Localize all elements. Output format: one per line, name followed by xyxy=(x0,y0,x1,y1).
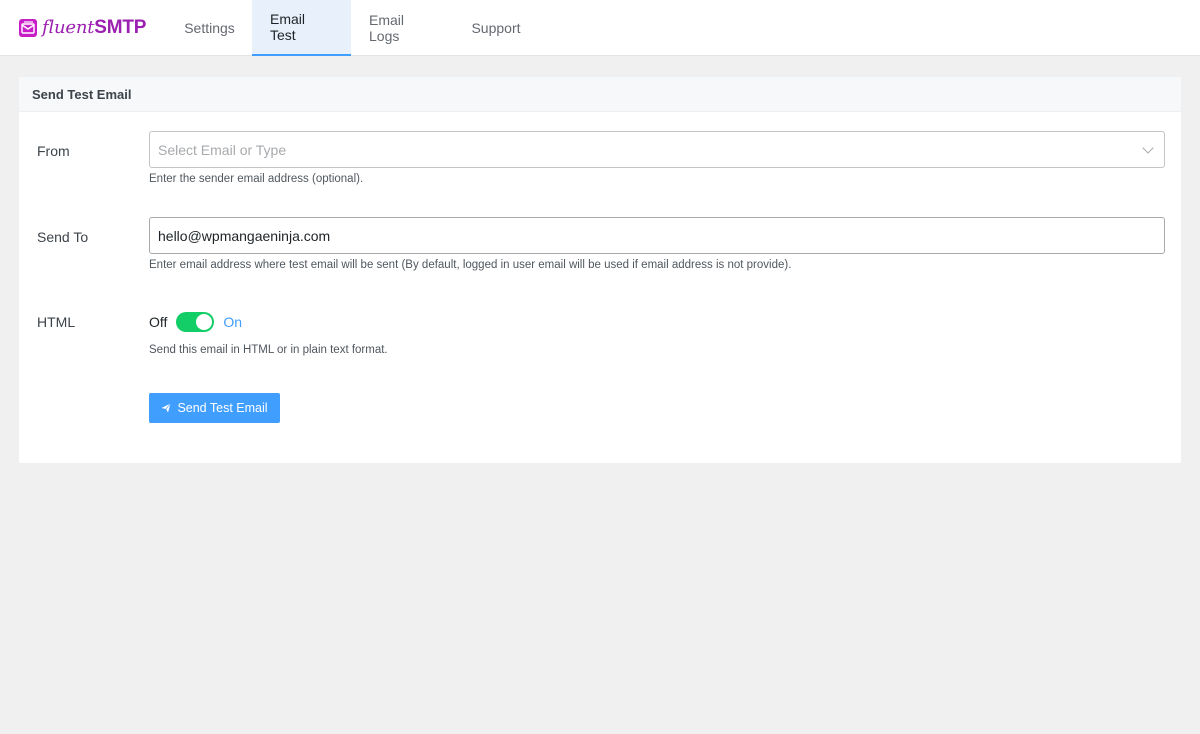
tab-settings[interactable]: Settings xyxy=(167,0,252,56)
html-label: HTML xyxy=(37,314,76,330)
html-toggle-switch[interactable] xyxy=(176,312,215,332)
from-label: From xyxy=(37,143,70,159)
from-select[interactable]: Select Email or Type xyxy=(149,131,1165,168)
send-to-help-text: Enter email address where test email wil… xyxy=(149,259,792,271)
brand-logo[interactable]: fluentSMTP xyxy=(0,0,167,55)
brand-name-part2: SMTP xyxy=(94,16,147,38)
envelope-logo-icon xyxy=(19,18,37,37)
switch-off-label[interactable]: Off xyxy=(149,314,167,330)
brand-name: fluentSMTP xyxy=(42,17,146,39)
send-to-label: Send To xyxy=(37,229,89,245)
switch-on-label[interactable]: On xyxy=(223,314,242,330)
from-select-placeholder: Select Email or Type xyxy=(158,141,287,158)
chevron-down-icon xyxy=(1142,142,1154,154)
tab-support[interactable]: Support xyxy=(452,0,540,56)
brand-name-part1: fluent xyxy=(42,16,95,38)
html-switch-group: Off On xyxy=(149,312,1165,332)
html-help-text: Send this email in HTML or in plain text… xyxy=(149,344,388,356)
send-test-email-card: Send Test Email From Select Email or Typ… xyxy=(18,76,1182,464)
card-title: Send Test Email xyxy=(19,77,1181,112)
send-test-email-button[interactable]: Send Test Email xyxy=(149,393,280,423)
top-navigation-bar: fluentSMTP Settings Email Test Email Log… xyxy=(0,0,1200,56)
send-button-label: Send Test Email xyxy=(177,401,268,415)
tab-email-logs[interactable]: Email Logs xyxy=(351,0,452,56)
send-to-input[interactable] xyxy=(149,217,1165,254)
from-help-text: Enter the sender email address (optional… xyxy=(149,173,364,185)
switch-knob xyxy=(196,314,213,330)
tab-email-test[interactable]: Email Test xyxy=(252,0,351,56)
paper-plane-icon xyxy=(161,403,172,413)
